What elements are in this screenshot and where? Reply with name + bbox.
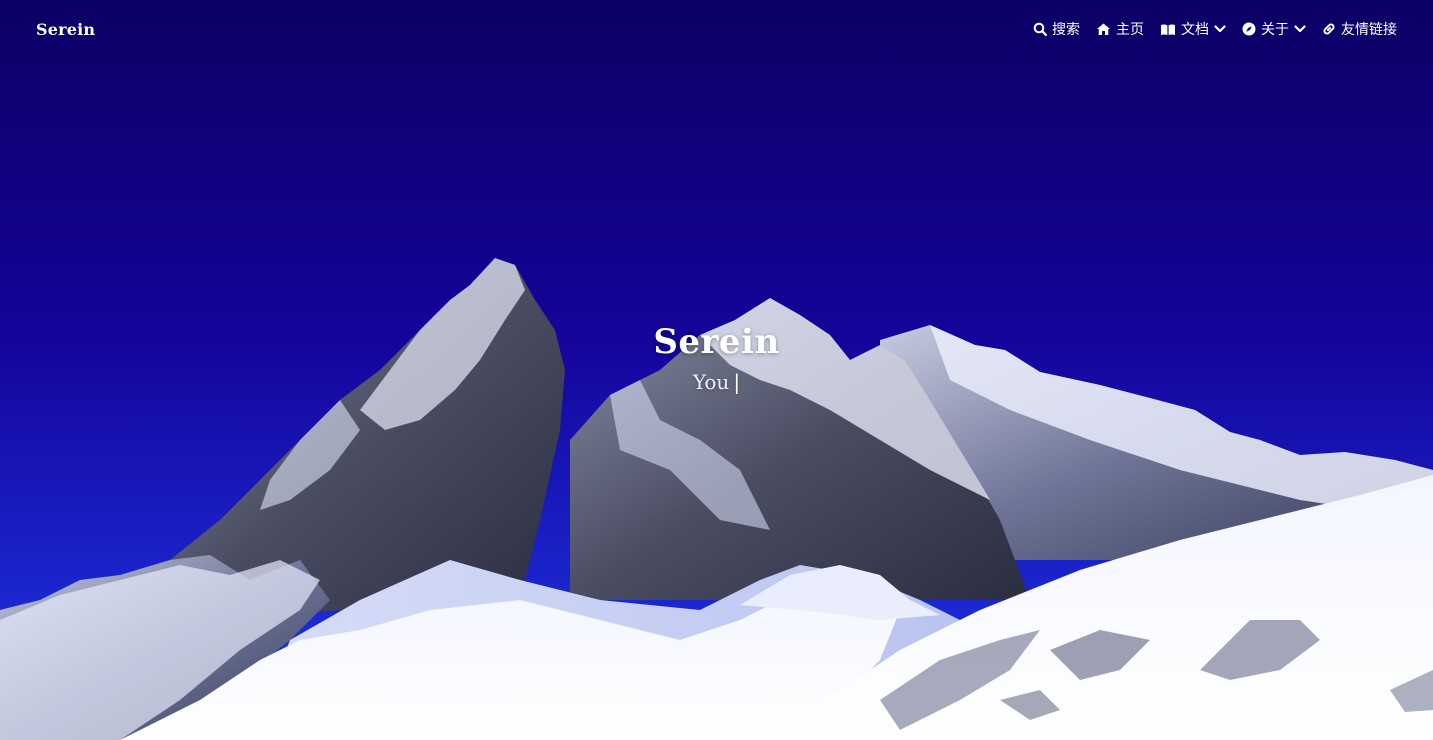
nav-item-links[interactable]: 友情链接 bbox=[1322, 19, 1397, 39]
nav-item-label: 主页 bbox=[1116, 22, 1144, 38]
book-icon bbox=[1161, 24, 1175, 35]
typed-subtitle: You | bbox=[0, 370, 1433, 394]
link-icon bbox=[1323, 23, 1335, 35]
typing-cursor: | bbox=[733, 370, 741, 394]
subtitle-text: You bbox=[692, 370, 730, 394]
scroll-down-button[interactable] bbox=[706, 692, 726, 712]
compass-icon bbox=[1242, 22, 1256, 36]
nav-item-about[interactable]: 关于 bbox=[1242, 19, 1306, 39]
nav-item-search[interactable]: 搜索 bbox=[1033, 19, 1080, 39]
top-navbar: Serein 搜索 主页 文档 关于 友情链接 bbox=[0, 0, 1433, 58]
chevron-down-icon bbox=[707, 696, 725, 707]
nav-item-label: 友情链接 bbox=[1341, 22, 1397, 38]
brand-logo-link[interactable]: Serein bbox=[36, 20, 95, 39]
nav-item-label: 文档 bbox=[1181, 22, 1209, 38]
nav-item-home[interactable]: 主页 bbox=[1096, 19, 1144, 39]
nav-menu: 搜索 主页 文档 关于 友情链接 bbox=[1033, 19, 1397, 39]
chevron-down-icon bbox=[1294, 25, 1306, 33]
nav-item-label: 搜索 bbox=[1052, 22, 1080, 38]
site-title: Serein bbox=[653, 322, 780, 362]
nav-item-docs[interactable]: 文档 bbox=[1160, 19, 1226, 39]
hero-center: Serein You | bbox=[0, 322, 1433, 394]
chevron-down-icon bbox=[1214, 25, 1226, 33]
search-icon bbox=[1033, 22, 1047, 36]
nav-item-label: 关于 bbox=[1261, 22, 1289, 38]
home-icon bbox=[1097, 23, 1110, 35]
